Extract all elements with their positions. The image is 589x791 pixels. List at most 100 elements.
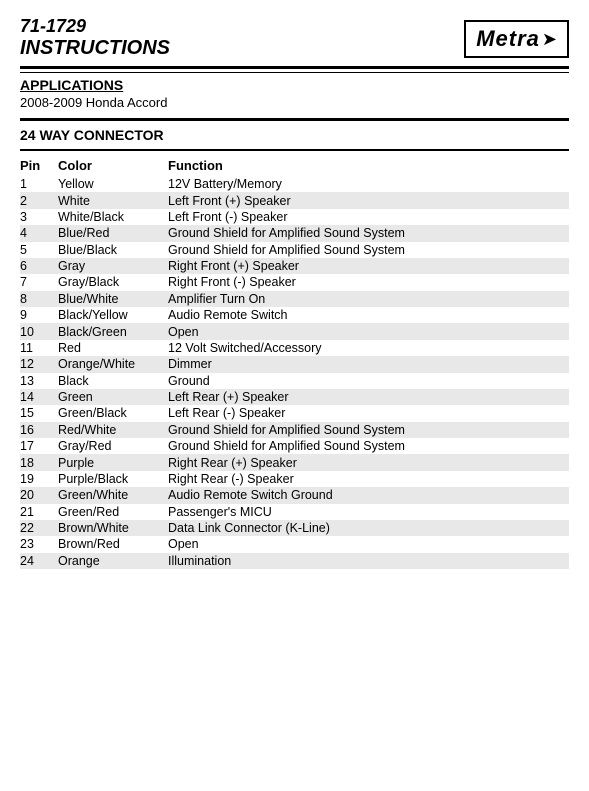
table-row: 21Green/RedPassenger's MICU xyxy=(20,504,569,520)
table-row: 14GreenLeft Rear (+) Speaker xyxy=(20,389,569,405)
cell-function: Ground Shield for Amplified Sound System xyxy=(168,225,569,241)
cell-pin: 6 xyxy=(20,258,58,274)
logo-arrow-icon: ➤ xyxy=(542,29,557,50)
cell-color: White/Black xyxy=(58,209,168,225)
cell-pin: 20 xyxy=(20,487,58,503)
applications-divider xyxy=(20,118,569,121)
cell-color: Green/White xyxy=(58,487,168,503)
cell-function: Right Front (-) Speaker xyxy=(168,274,569,290)
cell-pin: 1 xyxy=(20,176,58,192)
connector-title: 24 WAY CONNECTOR xyxy=(20,127,569,143)
table-row: 12Orange/WhiteDimmer xyxy=(20,356,569,372)
cell-color: Purple xyxy=(58,454,168,470)
cell-function: Ground Shield for Amplified Sound System xyxy=(168,242,569,258)
cell-pin: 16 xyxy=(20,422,58,438)
cell-function: Right Rear (+) Speaker xyxy=(168,454,569,470)
cell-pin: 11 xyxy=(20,340,58,356)
table-row: 1Yellow12V Battery/Memory xyxy=(20,176,569,192)
cell-color: White xyxy=(58,192,168,208)
cell-pin: 4 xyxy=(20,225,58,241)
cell-pin: 3 xyxy=(20,209,58,225)
table-row: 18PurpleRight Rear (+) Speaker xyxy=(20,454,569,470)
table-row: 24OrangeIllumination xyxy=(20,553,569,569)
cell-color: Brown/White xyxy=(58,520,168,536)
cell-color: Orange/White xyxy=(58,356,168,372)
cell-pin: 14 xyxy=(20,389,58,405)
cell-function: Right Rear (-) Speaker xyxy=(168,471,569,487)
cell-pin: 18 xyxy=(20,454,58,470)
table-row: 20Green/WhiteAudio Remote Switch Ground xyxy=(20,487,569,503)
table-row: 13BlackGround xyxy=(20,373,569,389)
cell-color: Blue/Red xyxy=(58,225,168,241)
cell-color: Yellow xyxy=(58,176,168,192)
header-divider-thick xyxy=(20,66,569,69)
cell-function: Left Rear (-) Speaker xyxy=(168,405,569,421)
cell-pin: 23 xyxy=(20,536,58,552)
cell-function: Illumination xyxy=(168,553,569,569)
cell-pin: 9 xyxy=(20,307,58,323)
instructions-label: INSTRUCTIONS xyxy=(20,37,170,60)
cell-function: Audio Remote Switch Ground xyxy=(168,487,569,503)
cell-color: Red xyxy=(58,340,168,356)
table-row: 2WhiteLeft Front (+) Speaker xyxy=(20,192,569,208)
cell-pin: 17 xyxy=(20,438,58,454)
table-row: 15Green/BlackLeft Rear (-) Speaker xyxy=(20,405,569,421)
cell-pin: 5 xyxy=(20,242,58,258)
table-row: 7Gray/BlackRight Front (-) Speaker xyxy=(20,274,569,290)
cell-color: Red/White xyxy=(58,422,168,438)
cell-function: Ground Shield for Amplified Sound System xyxy=(168,438,569,454)
cell-pin: 24 xyxy=(20,553,58,569)
cell-function: Audio Remote Switch xyxy=(168,307,569,323)
cell-function: Data Link Connector (K-Line) xyxy=(168,520,569,536)
cell-function: Right Front (+) Speaker xyxy=(168,258,569,274)
cell-function: Amplifier Turn On xyxy=(168,291,569,307)
title-block: 71-1729 INSTRUCTIONS xyxy=(20,16,170,60)
cell-color: Green/Red xyxy=(58,504,168,520)
logo: Metra ➤ xyxy=(464,20,569,58)
cell-pin: 10 xyxy=(20,323,58,339)
cell-pin: 15 xyxy=(20,405,58,421)
pin-table: Pin Color Function 1Yellow12V Battery/Me… xyxy=(20,157,569,569)
table-row: 19Purple/BlackRight Rear (-) Speaker xyxy=(20,471,569,487)
table-row: 10Black/GreenOpen xyxy=(20,323,569,339)
cell-pin: 21 xyxy=(20,504,58,520)
cell-color: Black/Green xyxy=(58,323,168,339)
cell-function: 12V Battery/Memory xyxy=(168,176,569,192)
cell-color: Blue/White xyxy=(58,291,168,307)
col-header-color: Color xyxy=(58,157,168,176)
table-row: 23Brown/RedOpen xyxy=(20,536,569,552)
logo-box: Metra ➤ xyxy=(464,20,569,58)
applications-title: APPLICATIONS xyxy=(20,77,569,93)
cell-color: Blue/Black xyxy=(58,242,168,258)
table-row: 11Red12 Volt Switched/Accessory xyxy=(20,340,569,356)
logo-text: Metra xyxy=(476,26,540,52)
col-header-function: Function xyxy=(168,157,569,176)
cell-pin: 12 xyxy=(20,356,58,372)
table-row: 3White/BlackLeft Front (-) Speaker xyxy=(20,209,569,225)
cell-pin: 2 xyxy=(20,192,58,208)
cell-function: Open xyxy=(168,323,569,339)
cell-color: Black xyxy=(58,373,168,389)
header-divider-thin xyxy=(20,72,569,73)
cell-pin: 8 xyxy=(20,291,58,307)
cell-pin: 7 xyxy=(20,274,58,290)
cell-function: Left Front (+) Speaker xyxy=(168,192,569,208)
cell-color: Orange xyxy=(58,553,168,569)
table-row: 6GrayRight Front (+) Speaker xyxy=(20,258,569,274)
header: 71-1729 INSTRUCTIONS Metra ➤ xyxy=(20,16,569,60)
table-row: 9Black/YellowAudio Remote Switch xyxy=(20,307,569,323)
cell-pin: 22 xyxy=(20,520,58,536)
cell-function: Left Front (-) Speaker xyxy=(168,209,569,225)
cell-color: Gray xyxy=(58,258,168,274)
table-row: 5Blue/BlackGround Shield for Amplified S… xyxy=(20,242,569,258)
cell-color: Gray/Red xyxy=(58,438,168,454)
cell-function: Open xyxy=(168,536,569,552)
table-header-row: Pin Color Function xyxy=(20,157,569,176)
table-row: 17Gray/RedGround Shield for Amplified So… xyxy=(20,438,569,454)
page: 71-1729 INSTRUCTIONS Metra ➤ APPLICATION… xyxy=(0,0,589,585)
cell-function: Dimmer xyxy=(168,356,569,372)
table-row: 22Brown/WhiteData Link Connector (K-Line… xyxy=(20,520,569,536)
cell-color: Green xyxy=(58,389,168,405)
cell-function: 12 Volt Switched/Accessory xyxy=(168,340,569,356)
cell-function: Passenger's MICU xyxy=(168,504,569,520)
